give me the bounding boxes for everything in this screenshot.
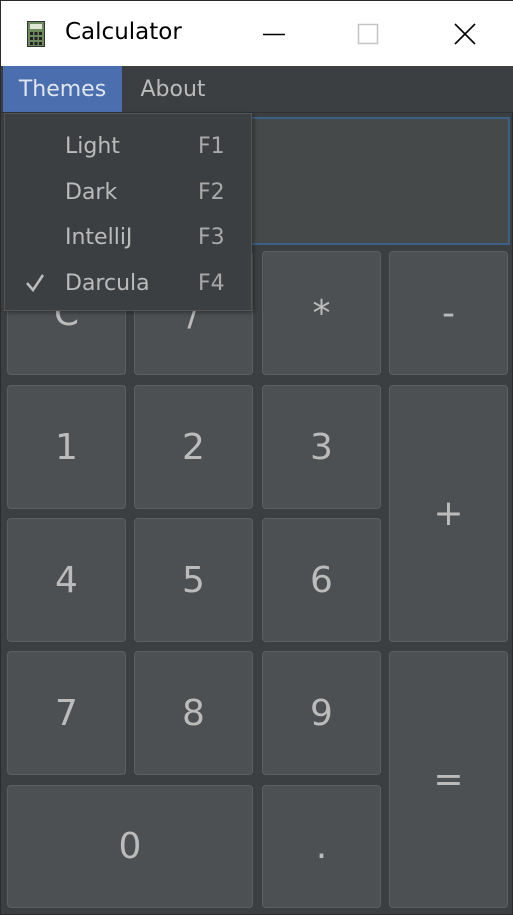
theme-item-light[interactable]: Light F1: [5, 124, 251, 170]
digit-5-button[interactable]: 5: [134, 518, 253, 642]
add-button[interactable]: +: [389, 385, 508, 642]
theme-label: Darcula: [65, 271, 150, 296]
menu-themes[interactable]: Themes: [3, 66, 122, 112]
minimize-button[interactable]: [227, 1, 321, 66]
subtract-button[interactable]: -: [389, 251, 508, 375]
digit-9-button[interactable]: 9: [262, 651, 381, 775]
minimize-icon: [263, 33, 285, 35]
menu-bar: Themes About: [1, 66, 513, 113]
theme-shortcut: F4: [198, 271, 225, 296]
theme-item-dark[interactable]: Dark F2: [5, 170, 251, 216]
maximize-icon: [357, 23, 379, 44]
theme-label: Dark: [65, 180, 118, 205]
window-title: Calculator: [65, 19, 182, 45]
digit-4-button[interactable]: 4: [7, 518, 126, 642]
digit-3-button[interactable]: 3: [262, 385, 381, 509]
digit-2-button[interactable]: 2: [134, 385, 253, 509]
checkmark-icon: [26, 274, 45, 293]
theme-label: Light: [65, 134, 120, 159]
digit-8-button[interactable]: 8: [134, 651, 253, 775]
decimal-button[interactable]: .: [262, 785, 381, 908]
theme-item-intellij[interactable]: IntelliJ F3: [5, 215, 251, 261]
theme-label: IntelliJ: [65, 225, 133, 250]
equals-button[interactable]: =: [389, 651, 508, 908]
calculator-icon: [27, 21, 45, 47]
theme-item-darcula[interactable]: Darcula F4: [5, 261, 251, 307]
close-button[interactable]: [415, 1, 513, 66]
maximize-button[interactable]: [321, 1, 415, 66]
menu-about[interactable]: About: [122, 66, 224, 112]
themes-dropdown: Light F1 Dark F2 IntelliJ F3 Darcula F4: [4, 113, 252, 311]
multiply-button[interactable]: *: [262, 251, 381, 375]
calculator-window: Calculator Themes About C / * - 1 2 3 +: [0, 0, 513, 915]
digit-7-button[interactable]: 7: [7, 651, 126, 775]
digit-0-button[interactable]: 0: [7, 785, 253, 908]
title-bar[interactable]: Calculator: [1, 1, 513, 66]
theme-shortcut: F1: [198, 134, 225, 159]
digit-1-button[interactable]: 1: [7, 385, 126, 509]
close-icon: [453, 22, 476, 45]
theme-shortcut: F2: [198, 180, 225, 205]
digit-6-button[interactable]: 6: [262, 518, 381, 642]
calculator-display: [252, 117, 510, 245]
theme-shortcut: F3: [198, 225, 225, 250]
